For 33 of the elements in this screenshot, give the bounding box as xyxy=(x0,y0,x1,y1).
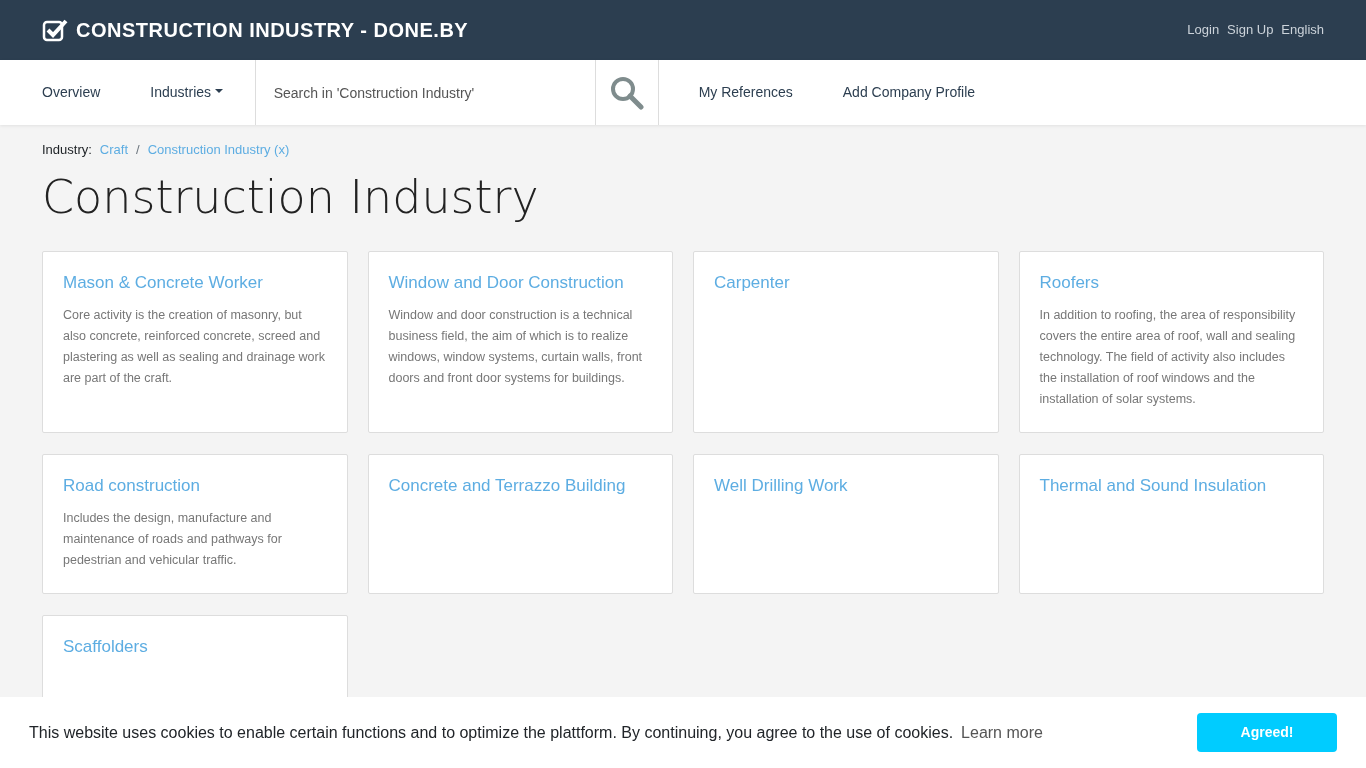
breadcrumb-separator: / xyxy=(136,141,140,159)
breadcrumb-link[interactable]: Construction Industry (x) xyxy=(147,140,290,160)
card-description: Includes the design, manufacture and maintenance of roads and pathways for pedestrian and vehicular traffic. xyxy=(63,509,283,569)
card-title[interactable]: Well Drilling Work xyxy=(714,474,978,496)
site-logo[interactable]: CONSTRUCTION INDUSTRY - DONE.BY xyxy=(42,15,469,45)
card-title[interactable]: Scaffolders xyxy=(63,635,327,657)
nav-link[interactable]: Add Company Profile xyxy=(842,82,976,103)
breadcrumb-link[interactable]: Craft xyxy=(99,140,129,160)
header-link[interactable]: Sign Up xyxy=(1227,20,1274,40)
nav-dropdown[interactable]: Industries xyxy=(150,82,223,103)
header-link[interactable]: Login xyxy=(1187,20,1220,40)
card-description: Window and door construction is a technical business field, the aim of which is to realize windows, window systems, curtain walls, front doors and front door systems for buildings. xyxy=(388,306,644,387)
card-description: Core activity is the creation of masonry, but also concrete, reinforced concrete, screed and plastering as well as sealing and drainage work are part of the craft. xyxy=(63,306,326,387)
nav-link[interactable]: My References xyxy=(698,82,793,103)
card-title[interactable]: Thermal and Sound Insulation xyxy=(1039,474,1303,496)
breadcrumb-label: Industry: xyxy=(42,141,92,159)
learn-more-link[interactable]: Learn more xyxy=(961,720,1043,745)
search-icon xyxy=(609,75,644,110)
card-description: In addition to roofing, the area of responsibility covers the entire area of roof, wall and sealing technology. The field of activity also includes the installation of roof windows and the installation of solar systems. xyxy=(1039,306,1297,408)
search-field[interactable]: Search in 'Construction Industry' xyxy=(254,60,595,125)
page-title: Construction Industry xyxy=(42,169,540,225)
cookie-notice: This website uses cookies to enable certain functions and to optimize the plattform. By continuing, you agree to the use of cookies. xyxy=(29,722,954,743)
card-title[interactable]: Roofers xyxy=(1039,271,1303,293)
agree-button[interactable]: Agreed! xyxy=(1197,713,1337,752)
card-title[interactable]: Window and Door Construction xyxy=(388,271,652,293)
card-title[interactable]: Mason & Concrete Worker xyxy=(63,271,327,293)
card-title[interactable]: Road construction xyxy=(63,474,327,496)
header-link[interactable]: English xyxy=(1281,20,1324,40)
search-button[interactable] xyxy=(594,60,659,125)
card-title[interactable]: Carpenter xyxy=(714,271,978,293)
nav-link[interactable]: Overview xyxy=(42,82,101,103)
card-title[interactable]: Concrete and Terrazzo Building xyxy=(388,474,652,496)
checkbox-icon xyxy=(42,18,68,42)
